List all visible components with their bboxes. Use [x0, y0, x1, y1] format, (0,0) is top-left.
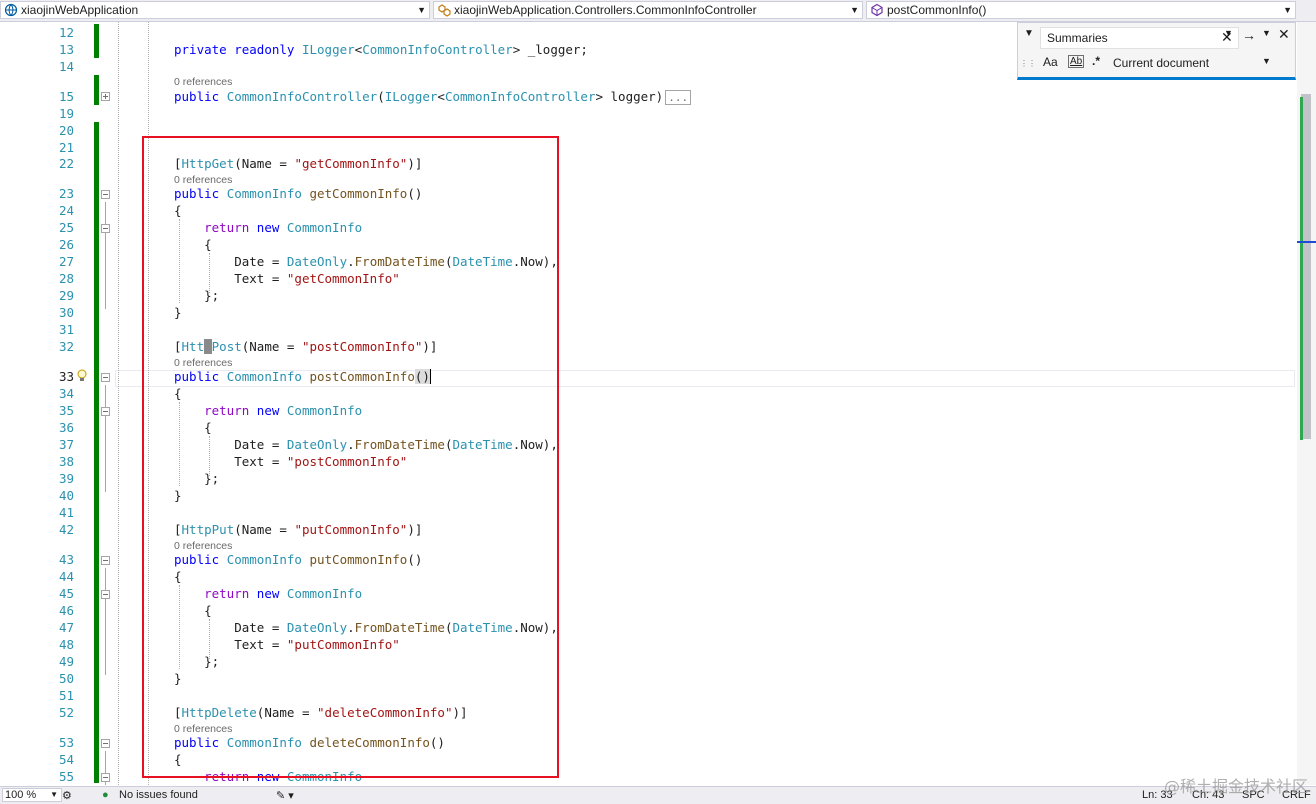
line-number: 32 — [58, 339, 74, 354]
chevron-down-icon: ▼ — [50, 790, 58, 799]
class-dropdown[interactable]: xiaojinWebApplication.Controllers.Common… — [433, 1, 863, 19]
check-circle-icon: ● — [102, 789, 109, 801]
toggle-replace-chevron-icon[interactable]: ▼ — [1024, 28, 1034, 39]
chevron-down-icon: ▼ — [417, 5, 426, 15]
line-number: 28 — [58, 271, 74, 286]
class-icon — [438, 4, 451, 17]
line-number: 13 — [58, 42, 74, 57]
find-options-icon[interactable]: ▼ — [1262, 28, 1271, 38]
line-number: 12 — [58, 25, 74, 40]
search-scope-select[interactable]: Current document — [1113, 56, 1209, 70]
member-name: postCommonInfo() — [887, 3, 987, 17]
line-number: 36 — [58, 420, 74, 435]
line-number: 21 — [58, 140, 74, 155]
line-number: 39 — [58, 471, 74, 486]
code-health-icon[interactable]: ⚙ — [62, 789, 72, 802]
change-marker — [1300, 97, 1303, 440]
line-number: 47 — [58, 620, 74, 635]
code-line: 19 — [0, 105, 1297, 122]
find-input[interactable]: Summaries ✕ — [1040, 27, 1239, 49]
method-icon — [871, 3, 883, 17]
line-number: 30 — [58, 305, 74, 320]
status-bar: 100 % ▼ ⚙ ● No issues found ✎ ▾ Ln: 33 Ch… — [0, 786, 1316, 804]
zoom-level: 100 % — [5, 789, 37, 801]
line-number: 53 — [58, 735, 74, 750]
web-project-icon — [4, 3, 18, 17]
line-number: 42 — [58, 522, 74, 537]
line-number: 33 — [58, 369, 74, 384]
project-dropdown[interactable]: xiaojinWebApplication ▼ — [0, 1, 430, 19]
chevron-down-icon[interactable]: ▼ — [1262, 56, 1271, 66]
chevron-down-icon: ▼ — [850, 5, 859, 15]
line-number: 20 — [58, 123, 74, 138]
issues-status[interactable]: No issues found — [119, 789, 198, 801]
line-number: 25 — [58, 220, 74, 235]
vertical-scrollbar[interactable] — [1297, 22, 1316, 785]
line-number: 37 — [58, 437, 74, 452]
line-number: 15 — [58, 89, 74, 104]
line-number: 35 — [58, 403, 74, 418]
line-number: 27 — [58, 254, 74, 269]
navigation-bar: xiaojinWebApplication ▼ xiaojinWebApplic… — [0, 0, 1316, 22]
find-next-icon[interactable]: → — [1242, 27, 1256, 43]
line-number: 38 — [58, 454, 74, 469]
line-number: 49 — [58, 654, 74, 669]
line-number: 40 — [58, 488, 74, 503]
collapsed-region-marker[interactable]: ... — [665, 90, 692, 105]
line-number: 44 — [58, 569, 74, 584]
close-icon[interactable]: ✕ — [1278, 26, 1290, 43]
resize-grip-icon[interactable]: ⋮⋮ — [1020, 59, 1036, 68]
line-number: 41 — [58, 505, 74, 520]
line-number: 23 — [58, 186, 74, 201]
match-case-toggle[interactable]: Aa — [1043, 55, 1058, 69]
line-number: 51 — [58, 688, 74, 703]
zoom-select[interactable]: 100 % ▼ — [2, 788, 62, 802]
line-number: 52 — [58, 705, 74, 720]
line-number: 24 — [58, 203, 74, 218]
code-line: 15 public CommonInfoController(ILogger<C… — [0, 88, 1297, 105]
regex-toggle-icon[interactable]: .* — [1092, 54, 1100, 68]
line-number: 19 — [58, 106, 74, 121]
line-number: 46 — [58, 603, 74, 618]
watermark-text: @稀土掘金技术社区 — [1163, 777, 1308, 796]
line-number: 29 — [58, 288, 74, 303]
line-number: 31 — [58, 322, 74, 337]
code-text[interactable]: public CommonInfoController(ILogger<Comm… — [174, 88, 692, 106]
search-history-icon[interactable]: ▼ — [1224, 28, 1233, 38]
line-number: 14 — [58, 59, 74, 74]
line-number: 48 — [58, 637, 74, 652]
line-number: 45 — [58, 586, 74, 601]
line-number: 55 — [58, 769, 74, 784]
line-number: 43 — [58, 552, 74, 567]
member-dropdown[interactable]: postCommonInfo() ▼ — [866, 1, 1296, 19]
codelens-references[interactable]: 0 references — [174, 76, 232, 88]
line-number: 34 — [58, 386, 74, 401]
project-name: xiaojinWebApplication — [21, 3, 139, 17]
caret-position-marker — [1297, 241, 1316, 243]
brush-icon[interactable]: ✎ ▾ — [276, 789, 294, 802]
find-widget: ▼ Summaries ✕ ▼ → ▼ ✕ ⋮⋮ Aa Ab .* Curren… — [1017, 22, 1296, 80]
whole-word-toggle[interactable]: Ab — [1068, 55, 1085, 68]
class-name: xiaojinWebApplication.Controllers.Common… — [454, 3, 757, 17]
line-number: 26 — [58, 237, 74, 252]
code-editor[interactable]: 12 13 private readonly ILogger<CommonInf… — [0, 22, 1297, 785]
line-number: 54 — [58, 752, 74, 767]
line-number: 50 — [58, 671, 74, 686]
find-query: Summaries — [1047, 31, 1108, 45]
lightbulb-icon[interactable] — [76, 369, 88, 383]
code-text[interactable]: private readonly ILogger<CommonInfoContr… — [174, 41, 588, 58]
line-number: 22 — [58, 156, 74, 171]
chevron-down-icon: ▼ — [1283, 5, 1292, 15]
highlight-annotation-box — [142, 136, 559, 778]
